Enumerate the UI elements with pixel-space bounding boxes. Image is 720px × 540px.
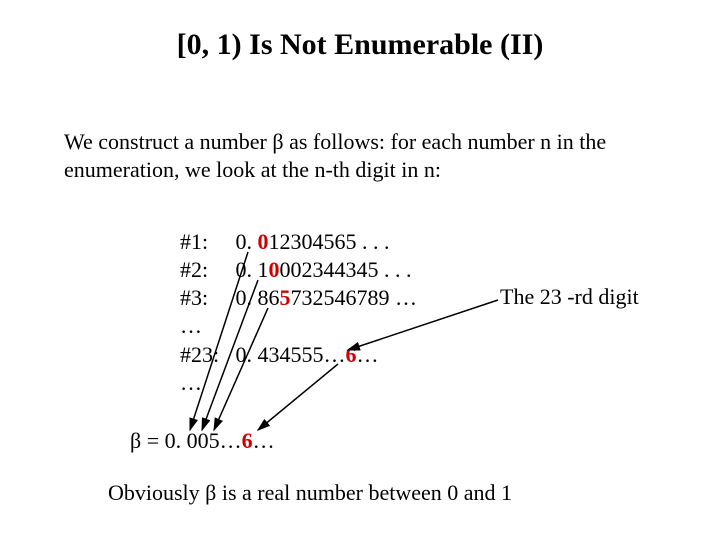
row-post: 732546789 … [291,285,418,310]
annotation-text: The 23 -rd digit [500,284,639,310]
slide-title: [0, 1) Is Not Enumerable (II) [0,28,720,62]
beta-pre: β = 0. 005… [130,428,242,453]
row-label: #23: [180,341,230,369]
enumeration-block: #1: 0. 012304565 . . . #2: 0. 1000234434… [180,228,417,397]
row-pre: 0. [236,229,258,254]
conclusion-text: Obviously β is a real number between 0 a… [108,480,512,506]
enum-row-dots: … [180,312,417,340]
row-pre: 0. 434555… [236,342,346,367]
beta-post: … [253,428,275,453]
row-label: #2: [180,256,230,284]
row-label: #3: [180,284,230,312]
highlight-digit: 5 [280,285,291,310]
beta-line: β = 0. 005…6… [130,428,275,454]
enum-row-1: #1: 0. 012304565 . . . [180,228,417,256]
enum-row-dots: … [180,369,417,397]
row-pre: 0. 86 [236,285,280,310]
row-post: 002344345 . . . [280,257,412,282]
row-label: #1: [180,228,230,256]
highlight-digit: 6 [242,428,253,453]
enum-row-3: #3: 0. 865732546789 … [180,284,417,312]
intro-text: We construct a number β as follows: for … [64,128,664,183]
row-pre: 0. 1 [236,257,269,282]
highlight-digit: 6 [346,342,357,367]
highlight-digit: 0 [258,229,269,254]
row-post: 12304565 . . . [269,229,390,254]
highlight-digit: 0 [269,257,280,282]
row-post: … [357,342,379,367]
enum-row-23: #23: 0. 434555…6… [180,341,417,369]
slide: [0, 1) Is Not Enumerable (II) We constru… [0,0,720,540]
enum-row-2: #2: 0. 10002344345 . . . [180,256,417,284]
